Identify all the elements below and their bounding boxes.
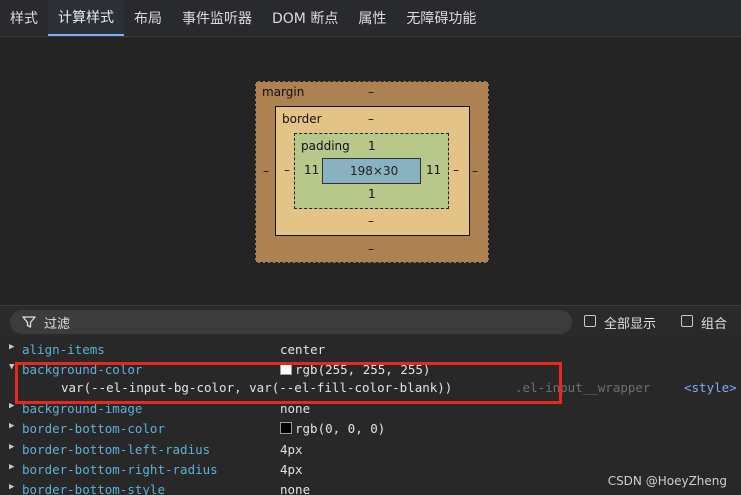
show-all-checkbox[interactable] bbox=[584, 315, 596, 327]
property-name: border-bottom-style bbox=[22, 482, 165, 495]
filter-placeholder: 过滤 bbox=[44, 316, 71, 332]
group-label: 组合 bbox=[701, 317, 728, 332]
filter-bar: 过滤 全部显示 组合 bbox=[0, 305, 741, 337]
margin-label: margin bbox=[262, 85, 305, 99]
trace-source-link[interactable]: <style> bbox=[684, 380, 737, 395]
computed-properties-list: ▶ align-items center ▼ background-color … bbox=[0, 337, 741, 495]
border-bottom[interactable]: – bbox=[368, 214, 374, 228]
property-value-wrap: rgb(0, 0, 0) bbox=[280, 421, 385, 436]
border-label: border bbox=[282, 112, 322, 126]
property-name: align-items bbox=[22, 342, 105, 357]
annotation-highlight-box bbox=[15, 362, 562, 404]
show-all-label: 全部显示 bbox=[604, 317, 657, 332]
border-right[interactable]: – bbox=[453, 163, 459, 177]
margin-bottom[interactable]: – bbox=[368, 242, 374, 256]
color-swatch-icon[interactable] bbox=[280, 422, 292, 434]
margin-top[interactable]: – bbox=[368, 85, 374, 99]
expand-triangle-icon[interactable]: ▶ bbox=[9, 442, 14, 452]
border-left[interactable]: – bbox=[284, 163, 290, 177]
property-name: border-bottom-left-radius bbox=[22, 442, 211, 457]
property-value: center bbox=[280, 342, 326, 357]
margin-right[interactable]: – bbox=[472, 164, 478, 178]
content-size: 198×30 bbox=[350, 164, 399, 178]
property-row[interactable]: ▶ border-bottom-left-radius 4px bbox=[0, 442, 741, 462]
border-top[interactable]: – bbox=[368, 112, 374, 126]
property-value: rgb(0, 0, 0) bbox=[295, 421, 386, 436]
tab-properties[interactable]: 属性 bbox=[348, 0, 396, 36]
property-value: 4px bbox=[280, 462, 303, 477]
expand-triangle-icon[interactable]: ▶ bbox=[9, 401, 14, 411]
property-row[interactable]: ▶ background-image none bbox=[0, 401, 741, 421]
padding-left[interactable]: 11 bbox=[304, 163, 319, 177]
property-name: border-bottom-right-radius bbox=[22, 462, 218, 477]
padding-label: padding bbox=[301, 139, 350, 153]
expand-triangle-icon[interactable]: ▶ bbox=[9, 462, 14, 472]
padding-right[interactable]: 11 bbox=[426, 163, 441, 177]
property-row[interactable]: ▶ border-bottom-color rgb(0, 0, 0) bbox=[0, 421, 741, 441]
group-checkbox[interactable] bbox=[681, 315, 693, 327]
property-row[interactable]: ▶ align-items center bbox=[0, 342, 741, 362]
expand-triangle-icon[interactable]: ▶ bbox=[9, 421, 14, 431]
tab-dom-breakpoints[interactable]: DOM 断点 bbox=[262, 0, 348, 36]
tab-bar: 样式 计算样式 布局 事件监听器 DOM 断点 属性 无障碍功能 bbox=[0, 0, 741, 37]
tab-accessibility[interactable]: 无障碍功能 bbox=[396, 0, 486, 36]
tab-layout[interactable]: 布局 bbox=[124, 0, 172, 36]
property-name: border-bottom-color bbox=[22, 421, 165, 436]
collapse-triangle-icon[interactable]: ▼ bbox=[9, 362, 14, 372]
padding-bottom[interactable]: 1 bbox=[368, 187, 376, 201]
expand-triangle-icon[interactable]: ▶ bbox=[9, 482, 14, 492]
tab-computed[interactable]: 计算样式 bbox=[48, 0, 124, 36]
padding-top[interactable]: 1 bbox=[368, 139, 376, 153]
expand-triangle-icon[interactable]: ▶ bbox=[9, 342, 14, 352]
tab-styles[interactable]: 样式 bbox=[0, 0, 48, 36]
filter-input[interactable]: 过滤 bbox=[10, 310, 572, 334]
content-box[interactable]: 198×30 bbox=[322, 158, 421, 184]
property-value: none bbox=[280, 482, 311, 495]
tab-event-listeners[interactable]: 事件监听器 bbox=[172, 0, 262, 36]
filter-icon bbox=[22, 316, 36, 328]
watermark: CSDN @HoeyZheng bbox=[607, 474, 727, 488]
property-value: 4px bbox=[280, 442, 303, 457]
box-model-panel: margin – – – – border – – – – padding 1 … bbox=[0, 37, 741, 305]
margin-left[interactable]: – bbox=[263, 164, 269, 178]
